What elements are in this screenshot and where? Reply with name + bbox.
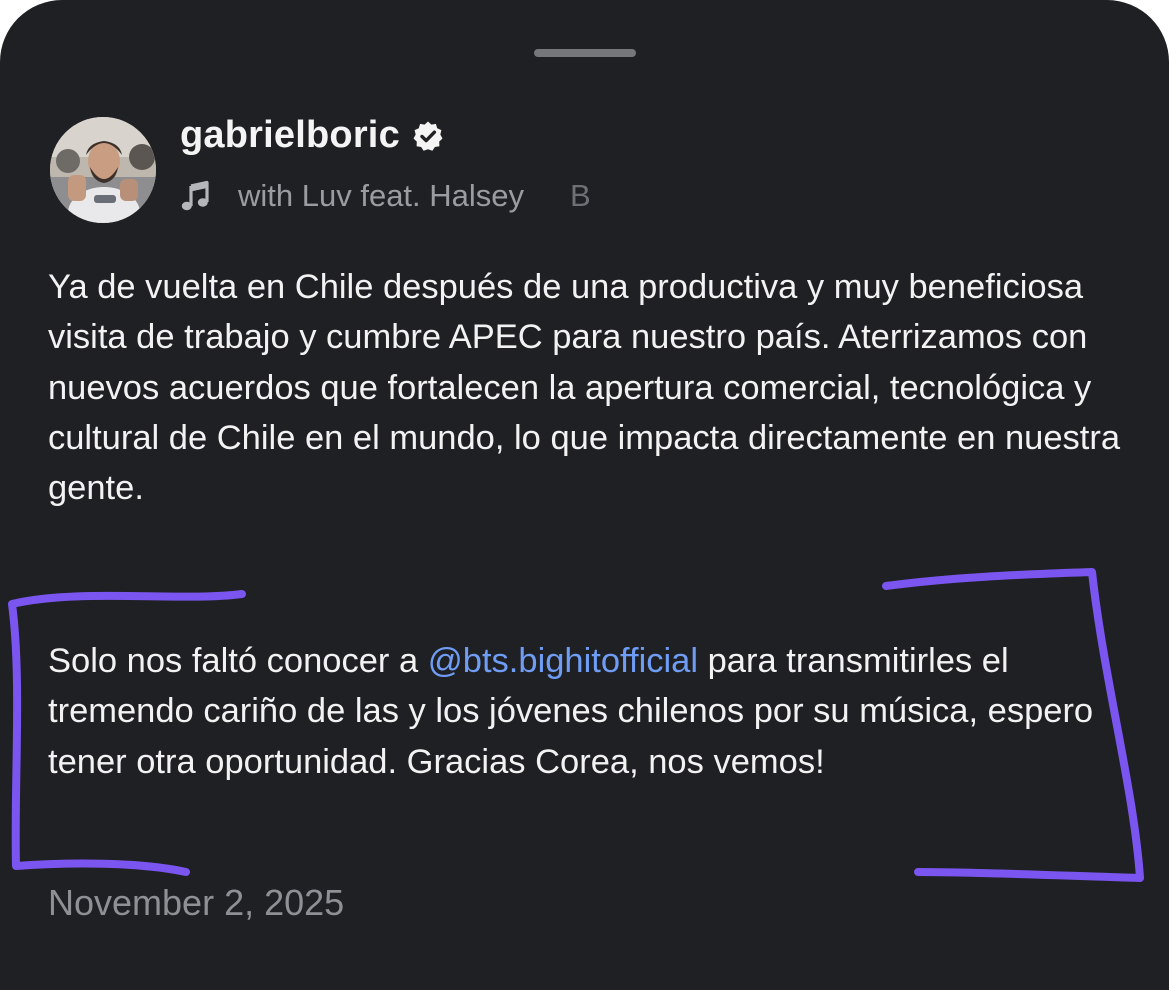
- caption-paragraph: Solo nos faltó conocer a @bts.bighitoffi…: [48, 636, 1133, 787]
- username[interactable]: gabrielboric: [180, 114, 400, 157]
- song-artist-marquee: B: [570, 178, 591, 213]
- post-date: November 2, 2025: [48, 882, 345, 923]
- sheet-grabber-handle[interactable]: [534, 49, 636, 57]
- post-sheet: gabrielboric with Luv feat. Halsey B Ya …: [0, 0, 1169, 990]
- music-note-icon: [180, 180, 238, 212]
- avatar-photo: [50, 117, 156, 223]
- post-header: gabrielboric: [180, 114, 444, 157]
- music-attribution[interactable]: with Luv feat. Halsey B: [180, 174, 592, 218]
- avatar[interactable]: [50, 117, 156, 223]
- song-title: with Luv feat. Halsey: [238, 178, 525, 213]
- verified-check-icon: [412, 120, 444, 152]
- mention-link[interactable]: @bts.bighitofficial: [428, 642, 698, 680]
- caption-paragraph: Ya de vuelta en Chile después de una pro…: [48, 268, 1121, 508]
- caption-text: Solo nos faltó conocer a: [48, 642, 428, 680]
